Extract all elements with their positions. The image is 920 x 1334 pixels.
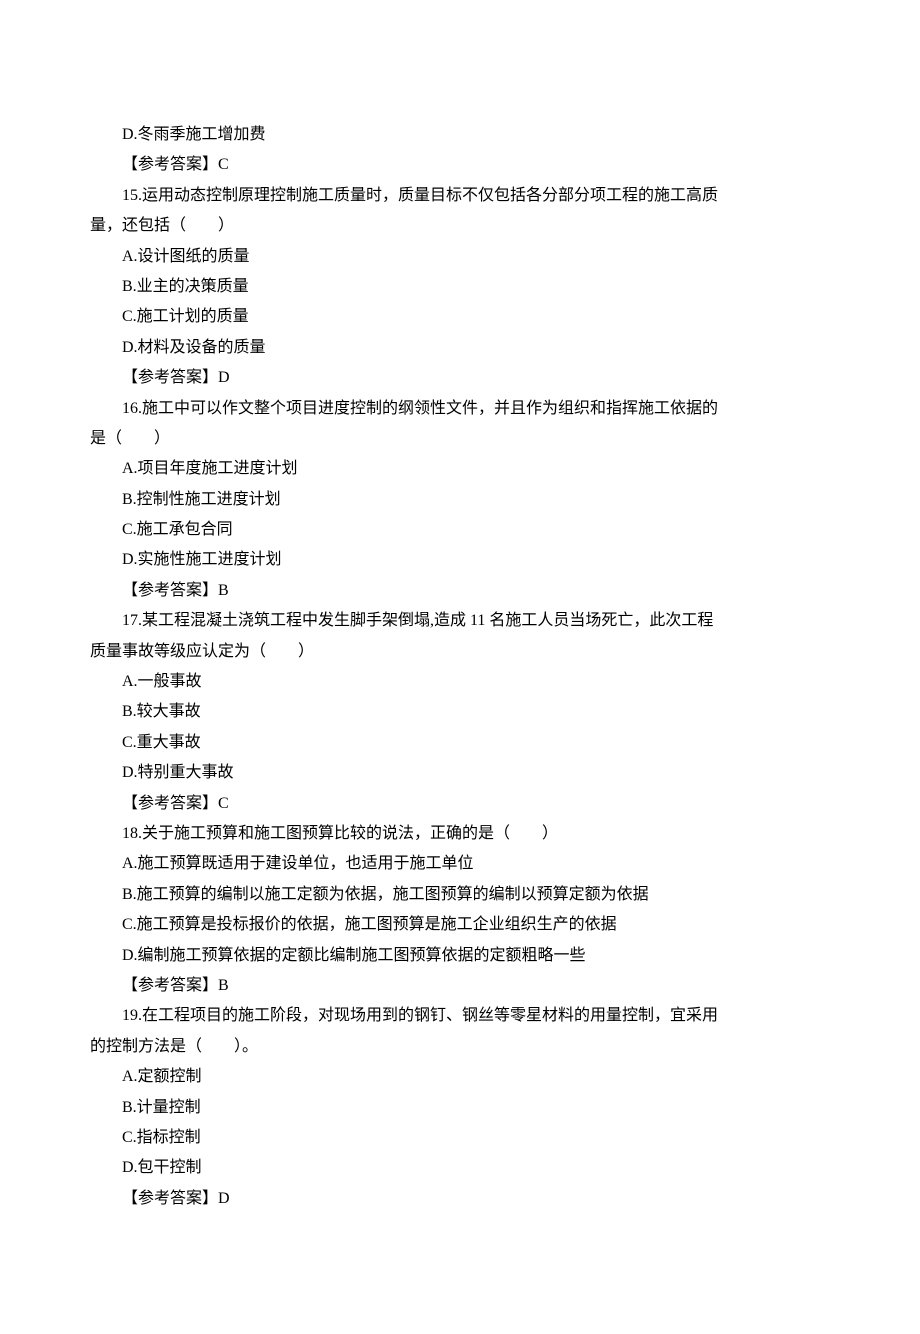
text-line: A.定额控制 bbox=[90, 1062, 830, 1092]
text-line: C.施工预算是投标报价的依据，施工图预算是施工企业组织生产的依据 bbox=[90, 910, 830, 940]
text-line: 【参考答案】C bbox=[90, 150, 830, 180]
text-line: D.实施性施工进度计划 bbox=[90, 545, 830, 575]
text-line: D.编制施工预算依据的定额比编制施工图预算依据的定额粗略一些 bbox=[90, 941, 830, 971]
text-line: A.项目年度施工进度计划 bbox=[90, 454, 830, 484]
text-line: A.设计图纸的质量 bbox=[90, 242, 830, 272]
text-line: C.施工承包合同 bbox=[90, 515, 830, 545]
text-line: 【参考答案】B bbox=[90, 576, 830, 606]
text-line: 量，还包括（ ） bbox=[90, 211, 830, 241]
text-line: 【参考答案】C bbox=[90, 789, 830, 819]
text-line: 【参考答案】D bbox=[90, 1184, 830, 1214]
text-line: B.计量控制 bbox=[90, 1093, 830, 1123]
text-line: 19.在工程项目的施工阶段，对现场用到的钢钉、钢丝等零星材料的用量控制，宜采用 bbox=[90, 1001, 830, 1031]
text-line: D.特别重大事故 bbox=[90, 758, 830, 788]
text-line: D.包干控制 bbox=[90, 1153, 830, 1183]
text-line: 的控制方法是（ ）。 bbox=[90, 1032, 830, 1062]
text-line: 17.某工程混凝土浇筑工程中发生脚手架倒塌,造成 11 名施工人员当场死亡，此次… bbox=[90, 606, 830, 636]
document-content: D.冬雨季施工增加费【参考答案】C15.运用动态控制原理控制施工质量时，质量目标… bbox=[90, 120, 830, 1214]
text-line: C.重大事故 bbox=[90, 728, 830, 758]
text-line: B.施工预算的编制以施工定额为依据，施工图预算的编制以预算定额为依据 bbox=[90, 880, 830, 910]
text-line: B.业主的决策质量 bbox=[90, 272, 830, 302]
text-line: 【参考答案】D bbox=[90, 363, 830, 393]
text-line: 15.运用动态控制原理控制施工质量时，质量目标不仅包括各分部分项工程的施工高质 bbox=[90, 181, 830, 211]
text-line: 质量事故等级应认定为（ ） bbox=[90, 637, 830, 667]
text-line: D.材料及设备的质量 bbox=[90, 333, 830, 363]
text-line: D.冬雨季施工增加费 bbox=[90, 120, 830, 150]
text-line: 【参考答案】B bbox=[90, 971, 830, 1001]
text-line: A.一般事故 bbox=[90, 667, 830, 697]
text-line: B.控制性施工进度计划 bbox=[90, 485, 830, 515]
text-line: C.指标控制 bbox=[90, 1123, 830, 1153]
text-line: A.施工预算既适用于建设单位，也适用于施工单位 bbox=[90, 849, 830, 879]
text-line: 是（ ） bbox=[90, 424, 830, 454]
text-line: 18.关于施工预算和施工图预算比较的说法，正确的是（ ） bbox=[90, 819, 830, 849]
text-line: C.施工计划的质量 bbox=[90, 302, 830, 332]
text-line: B.较大事故 bbox=[90, 697, 830, 727]
text-line: 16.施工中可以作文整个项目进度控制的纲领性文件，并且作为组织和指挥施工依据的 bbox=[90, 394, 830, 424]
